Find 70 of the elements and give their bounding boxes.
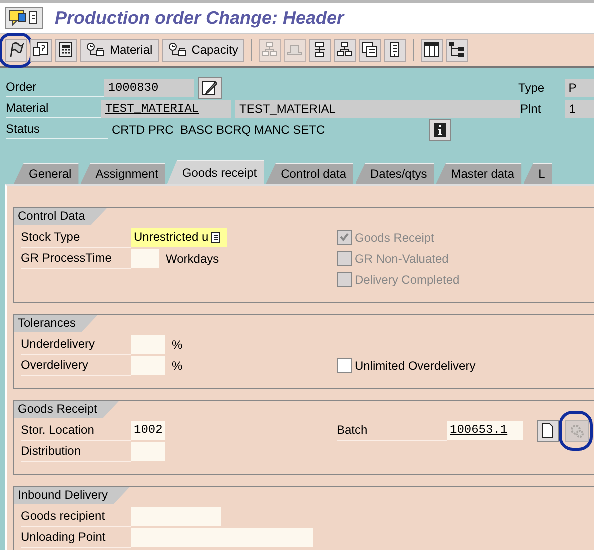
toolbar-icon-button[interactable]: [421, 38, 444, 62]
input-field[interactable]: [131, 249, 159, 268]
material-description-field: TEST_MATERIAL: [235, 100, 520, 118]
tab[interactable]: Control data: [266, 163, 354, 184]
tab[interactable]: Dates/qtys: [356, 163, 434, 184]
toolbar-icon-button[interactable]: [446, 38, 468, 62]
document-icon: [542, 422, 554, 438]
chat-icon: [9, 10, 39, 26]
input-field[interactable]: [131, 356, 165, 375]
system-menu-button[interactable]: [5, 7, 43, 29]
section-title: Tolerances: [14, 315, 98, 332]
toolbar-icon-button[interactable]: [309, 38, 332, 62]
highlight-ring: [559, 410, 593, 450]
field-label: Plnt: [520, 100, 542, 118]
section-title: Inbound Delivery: [14, 487, 130, 504]
tree-icon: [449, 42, 466, 58]
checkbox-label: Goods Receipt: [355, 230, 434, 244]
order-field: 1000830: [104, 78, 194, 96]
toolbar-icon-button[interactable]: [30, 38, 52, 62]
input-field[interactable]: [131, 528, 313, 547]
help-window-icon: [33, 42, 49, 58]
checkbox-label: Delivery Completed: [355, 272, 460, 286]
toolbar-button[interactable]: Capacity: [162, 38, 244, 62]
copy-icon: [362, 42, 378, 58]
unit-label: %: [172, 338, 183, 352]
tab[interactable]: General: [14, 163, 79, 184]
toolbar-icon-button[interactable]: [55, 38, 77, 62]
window-title: Production order Change: Header: [55, 8, 344, 28]
section-title: Goods Receipt: [14, 401, 120, 418]
input-field[interactable]: [131, 335, 165, 354]
section-title: Control Data: [14, 208, 108, 225]
toolbar-icon-button[interactable]: [5, 38, 27, 62]
plant-field: 1: [565, 100, 594, 118]
checkbox[interactable]: [337, 358, 352, 373]
checkbox-label: GR Non-Valuated: [355, 252, 449, 266]
edit-button[interactable]: [198, 76, 222, 98]
split-icon: [314, 42, 326, 58]
input-field[interactable]: 1002: [131, 421, 165, 440]
input-field[interactable]: [131, 442, 165, 461]
type-field: P: [564, 78, 594, 96]
tab[interactable]: L: [524, 163, 552, 184]
info-button[interactable]: [429, 118, 452, 140]
pencil-icon: [202, 80, 218, 96]
info-icon: [434, 122, 446, 136]
check-icon: [339, 232, 350, 243]
table-icon: [424, 42, 440, 58]
status-text: CRTD PRC BASC BCRQ MANC SETC: [111, 122, 326, 136]
field-label: Type: [518, 80, 546, 96]
tab[interactable]: Assignment: [80, 163, 166, 184]
material-code-field[interactable]: TEST_MATERIAL: [101, 100, 232, 118]
flag-icon: [8, 42, 24, 58]
tab[interactable]: Master data: [436, 163, 522, 184]
field-label: Status: [6, 120, 108, 139]
hierarchy-icon: [337, 42, 354, 58]
list-icon: [210, 232, 221, 244]
dropdown-field[interactable]: Unrestricted u: [131, 228, 227, 247]
unit-label: Workdays: [166, 252, 220, 266]
calculator-icon: [59, 42, 73, 58]
icon-button[interactable]: [537, 420, 559, 442]
tab[interactable]: Goods receipt: [167, 160, 264, 184]
toolbar-icon-button[interactable]: [334, 38, 356, 62]
input-field[interactable]: [131, 507, 221, 526]
checkbox-label: Unlimited Overdelivery: [355, 358, 476, 372]
toolbar-icon-button[interactable]: [359, 38, 382, 62]
toolbar-button[interactable]: Material: [80, 38, 159, 62]
list-icon: [389, 42, 402, 58]
toolbar-icon-button[interactable]: [384, 38, 406, 62]
hierarchy-icon: [262, 42, 278, 58]
unit-label: %: [172, 358, 183, 372]
input-field[interactable]: 100653.1: [447, 421, 523, 440]
